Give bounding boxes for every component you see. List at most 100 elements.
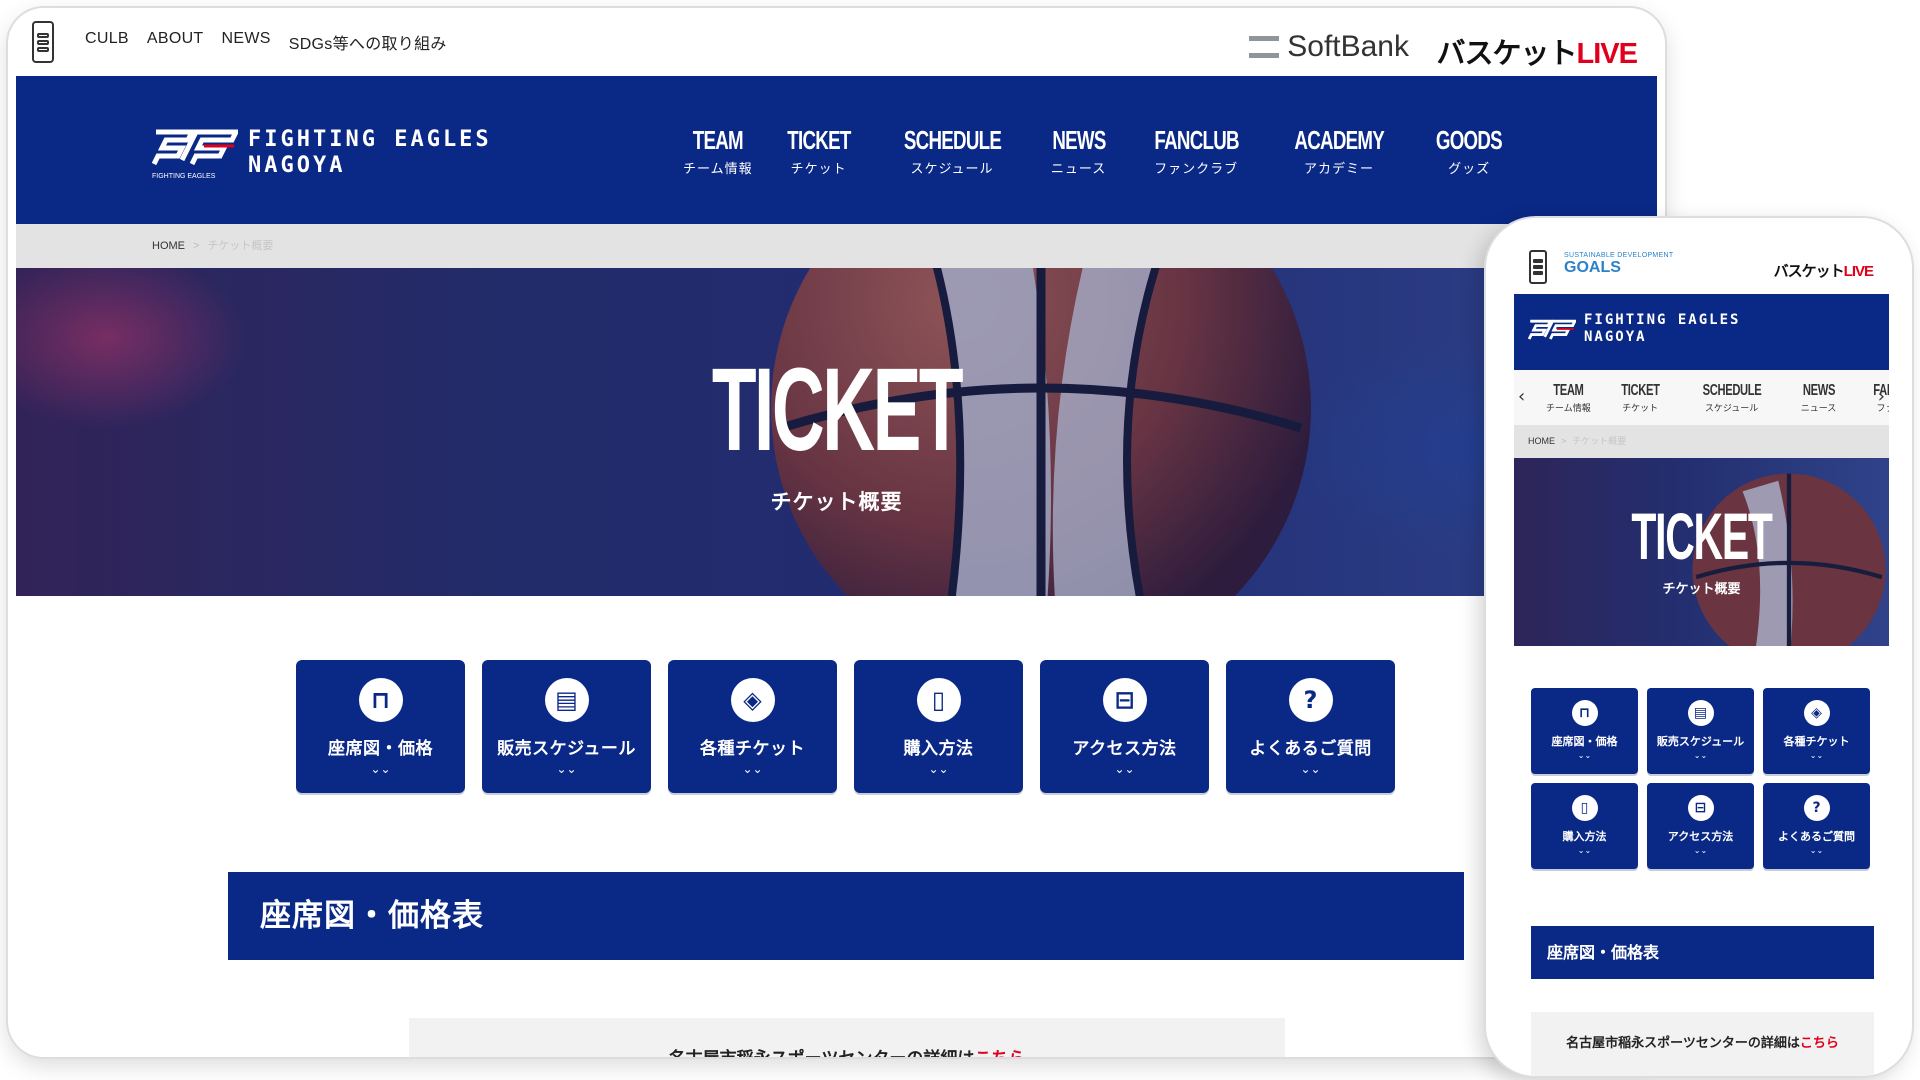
nav-schedule[interactable]: SCHEDULE スケジュール: [885, 126, 1020, 177]
tile-label: アクセス方法: [1072, 739, 1177, 759]
nav-ticket-ja: チケット: [790, 162, 847, 177]
seat-icon: ⊓: [1571, 700, 1598, 726]
chevron-left-icon[interactable]: ‹: [1518, 386, 1525, 407]
mobile-hero-banner: TICKET チケット概要: [1514, 458, 1889, 646]
calendar-icon: ▤: [1687, 700, 1714, 726]
tile-access[interactable]: ⊟ アクセス方法 ⌄⌄: [1040, 660, 1209, 793]
breadcrumb-home[interactable]: HOME: [1528, 436, 1555, 446]
breadcrumb-separator: >: [193, 240, 200, 252]
nav-ticket[interactable]: TICKET チケット: [775, 126, 863, 177]
utility-nav: CULB ABOUT NEWS SDGs等への取り組み: [85, 30, 447, 54]
tile-purchase-method[interactable]: ▯ 購入方法 ⌄⌄: [1531, 783, 1638, 869]
venue-info-box: 名古屋市稲永スポーツセンターの詳細はこちら: [1531, 1012, 1874, 1076]
nav-team[interactable]: TEAM チーム情報: [683, 126, 753, 177]
team-logo[interactable]: FIGHTING EAGLES NAGOYA: [1528, 312, 1740, 346]
basket-live-main: バスケット: [1773, 263, 1845, 280]
tile-ticket-types[interactable]: ◈ 各種チケット ⌄⌄: [1763, 688, 1870, 774]
softbank-logo[interactable]: SoftBank: [1249, 30, 1409, 64]
mobile-nav-team-en: TEAM: [1553, 381, 1584, 399]
tile-access[interactable]: ⊟ アクセス方法 ⌄⌄: [1647, 783, 1754, 869]
nav-ticket-en: TICKET: [786, 125, 851, 155]
mobile-nav-schedule[interactable]: SCHEDULE スケジュール: [1690, 382, 1774, 414]
eagles-emblem-svg: [151, 129, 241, 166]
team-logo[interactable]: FIGHTING EAGLES FIGHTING EAGLES NAGOYA: [151, 126, 492, 180]
nav-goods[interactable]: GOODS グッズ: [1423, 126, 1515, 177]
tile-label: 各種チケット: [700, 739, 805, 759]
nav-academy[interactable]: ACADEMY アカデミー: [1277, 126, 1401, 177]
nav-fanclub[interactable]: FANCLUB ファンクラブ: [1138, 126, 1255, 177]
mobile-nav-ticket-en: TICKET: [1620, 381, 1660, 399]
venue-info-text: 名古屋市稲永スポーツセンターの詳細はこちら: [1531, 1032, 1874, 1051]
nav-schedule-en: SCHEDULE: [903, 125, 1001, 155]
utility-nav-sdgs[interactable]: SDGs等への取り組み: [289, 30, 447, 54]
desktop-screen: CULB ABOUT NEWS SDGs等への取り組み SoftBank バスケ…: [16, 8, 1657, 1057]
tile-label: 購入方法: [1562, 830, 1607, 843]
team-name: FIGHTING EAGLES NAGOYA: [248, 127, 492, 179]
chevron-down-icon: ⌄⌄: [370, 762, 391, 776]
emblem-caption: FIGHTING EAGLES: [152, 173, 216, 180]
chevron-right-icon[interactable]: ›: [1878, 386, 1885, 407]
utility-nav-about[interactable]: ABOUT: [147, 30, 204, 54]
tile-label: 座席図・価格: [328, 739, 433, 759]
mobile-ticket-menu-tiles: ⊓ 座席図・価格 ⌄⌄ ▤ 販売スケジュール ⌄⌄ ◈ 各種チケット ⌄⌄ ▯ 購入方法 ⌄⌄ …: [1531, 688, 1870, 869]
tile-sales-schedule[interactable]: ▤ 販売スケジュール ⌄⌄: [1647, 688, 1754, 774]
mobile-screen: SUSTAINABLE DEVELOPMENT GOALS バスケットLIVE F…: [1514, 218, 1889, 1076]
chevron-down-icon: ⌄⌄: [928, 762, 949, 776]
tile-label: 各種チケット: [1783, 735, 1850, 748]
tile-seat-price[interactable]: ⊓ 座席図・価格 ⌄⌄: [1531, 688, 1638, 774]
mobile-nav-news-ja: ニュース: [1800, 403, 1837, 414]
mobile-nav-fanclub[interactable]: FANCLUファンク: [1864, 382, 1889, 414]
basket-live-logo[interactable]: バスケットLIVE: [1437, 30, 1638, 72]
tile-sales-schedule[interactable]: ▤ 販売スケジュール ⌄⌄: [482, 660, 651, 793]
tile-ticket-types[interactable]: ◈ 各種チケット ⌄⌄: [668, 660, 837, 793]
chevron-down-icon: ⌄⌄: [1114, 762, 1135, 776]
mobile-nav-team[interactable]: TEAM チーム情報: [1546, 382, 1591, 414]
team-name: FIGHTING EAGLES NAGOYA: [1584, 312, 1740, 346]
nav-news-ja: ニュース: [1050, 162, 1107, 177]
softbank-text: SoftBank: [1287, 30, 1409, 63]
utility-nav-news[interactable]: NEWS: [222, 30, 271, 54]
sdgs-logo[interactable]: SUSTAINABLE DEVELOPMENT GOALS: [1564, 252, 1673, 276]
mobile-nav-news[interactable]: NEWS ニュース: [1796, 382, 1842, 414]
b-league-logo-icon[interactable]: [1529, 250, 1547, 284]
softbank-mark-icon: [1249, 36, 1280, 58]
chevron-down-icon: ⌄⌄: [1577, 751, 1592, 760]
question-icon: ?: [1288, 678, 1333, 722]
chevron-down-icon: ⌄⌄: [1577, 846, 1592, 855]
hero-title: TICKET: [1631, 499, 1773, 573]
tile-label: よくあるご質問: [1249, 739, 1372, 759]
hero-subtitle: チケット概要: [770, 490, 903, 514]
train-icon: ⊟: [1687, 795, 1714, 821]
breadcrumb-home[interactable]: HOME: [152, 240, 185, 252]
team-name-line1: FIGHTING EAGLES: [248, 127, 492, 152]
mobile-nav-items: TEAM チーム情報 TICKET チケット SCHEDULE スケジュール NEWS…: [1546, 382, 1889, 414]
mobile-nav-scroller: ‹ TEAM チーム情報 TICKET チケット SCHEDULE スケジュール NE…: [1514, 370, 1889, 425]
smartphone-icon: ▯: [916, 678, 961, 722]
mobile-device-frame: SUSTAINABLE DEVELOPMENT GOALS バスケットLIVE F…: [1484, 216, 1914, 1078]
utility-nav-club[interactable]: CULB: [85, 30, 129, 54]
nav-news[interactable]: NEWS ニュース: [1042, 126, 1116, 177]
chevron-down-icon: ⌄⌄: [1693, 751, 1708, 760]
tile-label: 販売スケジュール: [497, 739, 636, 759]
tile-seat-price[interactable]: ⊓ 座席図・価格 ⌄⌄: [296, 660, 465, 793]
breadcrumb: HOME > チケット概要: [16, 224, 1657, 268]
chevron-down-icon: ⌄⌄: [1809, 846, 1824, 855]
chevron-down-icon: ⌄⌄: [1300, 762, 1321, 776]
hero-banner: TICKET チケット概要: [16, 268, 1657, 596]
tile-faq[interactable]: ? よくあるご質問 ⌄⌄: [1763, 783, 1870, 869]
team-name-line2: NAGOYA: [248, 153, 346, 178]
mobile-nav-team-ja: チーム情報: [1546, 403, 1591, 414]
tile-faq[interactable]: ? よくあるご質問 ⌄⌄: [1226, 660, 1395, 793]
basket-live-logo[interactable]: バスケットLIVE: [1773, 260, 1874, 281]
nav-academy-en: ACADEMY: [1294, 125, 1384, 155]
venue-info-link[interactable]: こちら: [1800, 1036, 1839, 1051]
tile-purchase-method[interactable]: ▯ 購入方法 ⌄⌄: [854, 660, 1023, 793]
chevron-down-icon: ⌄⌄: [1809, 751, 1824, 760]
team-name-line2: NAGOYA: [1584, 329, 1647, 345]
mobile-nav-ticket[interactable]: TICKET チケット: [1613, 382, 1668, 414]
venue-info-link[interactable]: こちら: [974, 1049, 1025, 1057]
desktop-device-frame: CULB ABOUT NEWS SDGs等への取り組み SoftBank バスケ…: [6, 6, 1667, 1059]
utility-bar: CULB ABOUT NEWS SDGs等への取り組み SoftBank バスケ…: [16, 8, 1657, 76]
tile-label: 販売スケジュール: [1656, 735, 1745, 748]
b-league-logo-icon[interactable]: [32, 21, 54, 63]
